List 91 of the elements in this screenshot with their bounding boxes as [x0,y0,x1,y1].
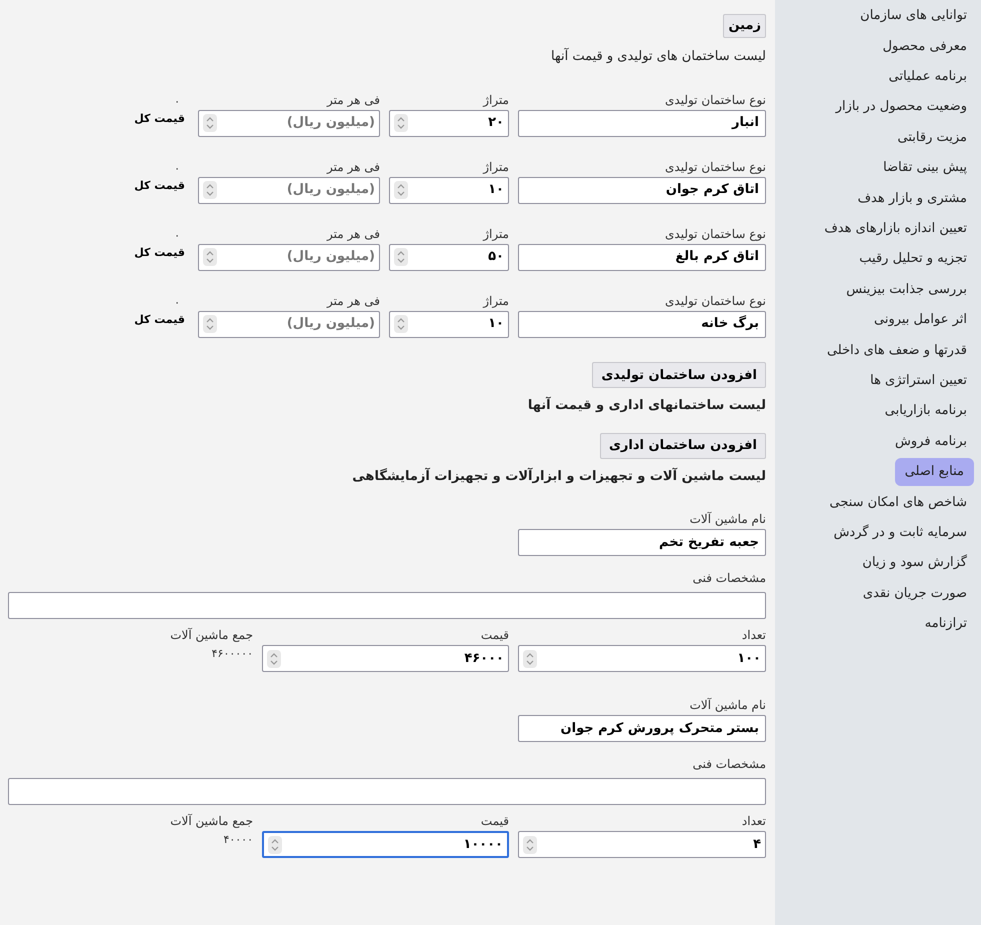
text-field[interactable]: اتاق کرم بالغ [518,244,766,270]
sidebar-item[interactable]: شاخص های امکان سنجی [822,488,974,516]
sidebar-item[interactable]: برنامه بازاریابی [878,397,974,426]
field-label: جمع ماشین آلات [170,814,253,828]
field-label: متراژ [483,160,509,174]
text-field[interactable]: انبار [518,110,766,136]
spinner-icon[interactable] [523,650,537,668]
field-label: نام ماشین آلات [690,698,766,712]
field-label: متراژ [483,92,509,106]
total-value: ۰ [174,228,181,244]
number-field[interactable]: (میلیون ریال) [198,176,380,204]
sidebar-item[interactable]: اثر عوامل بیرونی [866,306,974,334]
spinner-icon[interactable] [203,114,217,132]
field-label: قیمت [480,814,509,828]
section-title: لیست ساختمان های تولیدی و قیمت آنها [551,47,766,66]
field-label: قیمت [480,628,509,642]
sidebar-item[interactable]: مزیت رقابتی [890,124,974,152]
field-label: فی هر متر [327,226,380,240]
number-field[interactable]: ۵۰ [389,244,509,270]
add-button[interactable]: افزودن ساختمان اداری [600,432,766,458]
sidebar-item[interactable]: معرفی محصول [876,32,974,60]
field-label: نوع ساختمان تولیدی [665,226,766,240]
number-field[interactable]: (میلیون ریال) [198,310,380,338]
field-label: متراژ [483,226,509,240]
field-label: نوع ساختمان تولیدی [665,160,766,174]
sidebar-item[interactable]: صورت جریان نقدی [856,579,974,608]
field-label: فی هر متر [327,160,380,174]
text-field[interactable]: بستر متحرک پرورش کرم جوان [518,715,766,742]
sidebar-item[interactable]: سرمایه ثابت و در گردش [826,518,974,547]
field-label: تعداد [742,628,766,642]
number-field[interactable]: ۱۰۰۰۰ [262,831,509,858]
field-label: نوع ساختمان تولیدی [665,294,766,308]
sidebar-item[interactable]: پیش بینی تقاضا [876,154,974,182]
text-field[interactable] [8,592,766,619]
section-title: لیست ساختمانهای اداری و قیمت آنها [528,396,766,416]
sidebar-item[interactable]: تعیین اندازه بازارهای هدف [817,214,974,243]
spinner-icon[interactable] [203,248,217,266]
field-label: نام ماشین آلات [690,512,766,526]
sidebar-item[interactable]: منابع اصلی [894,458,974,486]
add-button[interactable]: افزودن ساختمان تولیدی [592,362,766,388]
sidebar-item[interactable]: برنامه فروش [888,427,974,456]
spinner-icon[interactable] [203,181,217,199]
sidebar-item[interactable]: برنامه عملیاتی [882,62,974,91]
total-value: ۰ [174,94,181,110]
section-title: لیست ماشین آلات و تجهیزات و ابزارآلات و تجهیزات آزمایشگاهی [352,466,766,486]
total-label: قیمت کل [134,111,185,127]
field-label: جمع ماشین آلات [170,628,253,642]
number-field[interactable]: ۴ [518,831,766,858]
sidebar-item[interactable]: ترازنامه [918,610,974,638]
sidebar-item[interactable]: وضعیت محصول در بازار [828,93,974,122]
land-button[interactable]: زمین [723,14,766,38]
spinner-icon[interactable] [394,248,408,266]
spinner-icon[interactable] [268,836,282,854]
sidebar-item[interactable]: مشتری و بازار هدف [850,184,974,212]
text-field[interactable]: جعبه تفریخ تخم [518,529,766,556]
number-field[interactable]: (میلیون ریال) [198,110,380,136]
spinner-icon[interactable] [394,181,408,199]
field-label: مشخصات فنی [692,757,766,771]
number-field[interactable]: ۴۶۰۰۰ [262,645,509,672]
sidebar-item[interactable]: قدرتها و ضعف های داخلی [820,336,974,364]
sidebar-item[interactable]: گزارش سود و زیان [855,549,974,578]
number-field[interactable]: (میلیون ریال) [198,244,380,270]
total-value: ۴۶۰۰۰۰۰ [212,646,253,662]
text-field[interactable] [8,778,766,805]
total-value: ۰ [174,160,181,176]
total-value: ۰ [174,294,181,310]
spinner-icon[interactable] [523,836,537,854]
spinner-icon[interactable] [203,315,217,333]
number-field[interactable]: ۱۰ [389,176,509,204]
total-label: قیمت کل [134,178,185,194]
sidebar-item[interactable]: توانایی های سازمان [853,2,974,30]
number-field[interactable]: ۱۰ [389,310,509,338]
spinner-icon[interactable] [267,650,281,668]
sidebar-item[interactable]: تعیین استراتژی ها [863,366,974,395]
text-field[interactable]: اتاق کرم جوان [518,176,766,204]
total-value: ۴۰۰۰۰ [223,832,253,848]
field-label: فی هر متر [327,92,380,106]
total-label: قیمت کل [134,312,185,328]
text-field[interactable]: برگ خانه [518,310,766,338]
spinner-icon[interactable] [394,114,408,132]
sidebar-item[interactable]: بررسی جذابت بیزینس [839,276,974,304]
total-label: قیمت کل [134,245,185,261]
field-label: تعداد [742,814,766,828]
spinner-icon[interactable] [394,315,408,333]
field-label: متراژ [483,294,509,308]
sidebar-item[interactable]: تجزیه و تحلیل رقیب [852,245,974,274]
number-field[interactable]: ۲۰ [389,110,509,136]
field-label: فی هر متر [327,294,380,308]
number-field[interactable]: ۱۰۰ [518,645,766,672]
field-label: مشخصات فنی [692,571,766,585]
field-label: نوع ساختمان تولیدی [665,92,766,106]
